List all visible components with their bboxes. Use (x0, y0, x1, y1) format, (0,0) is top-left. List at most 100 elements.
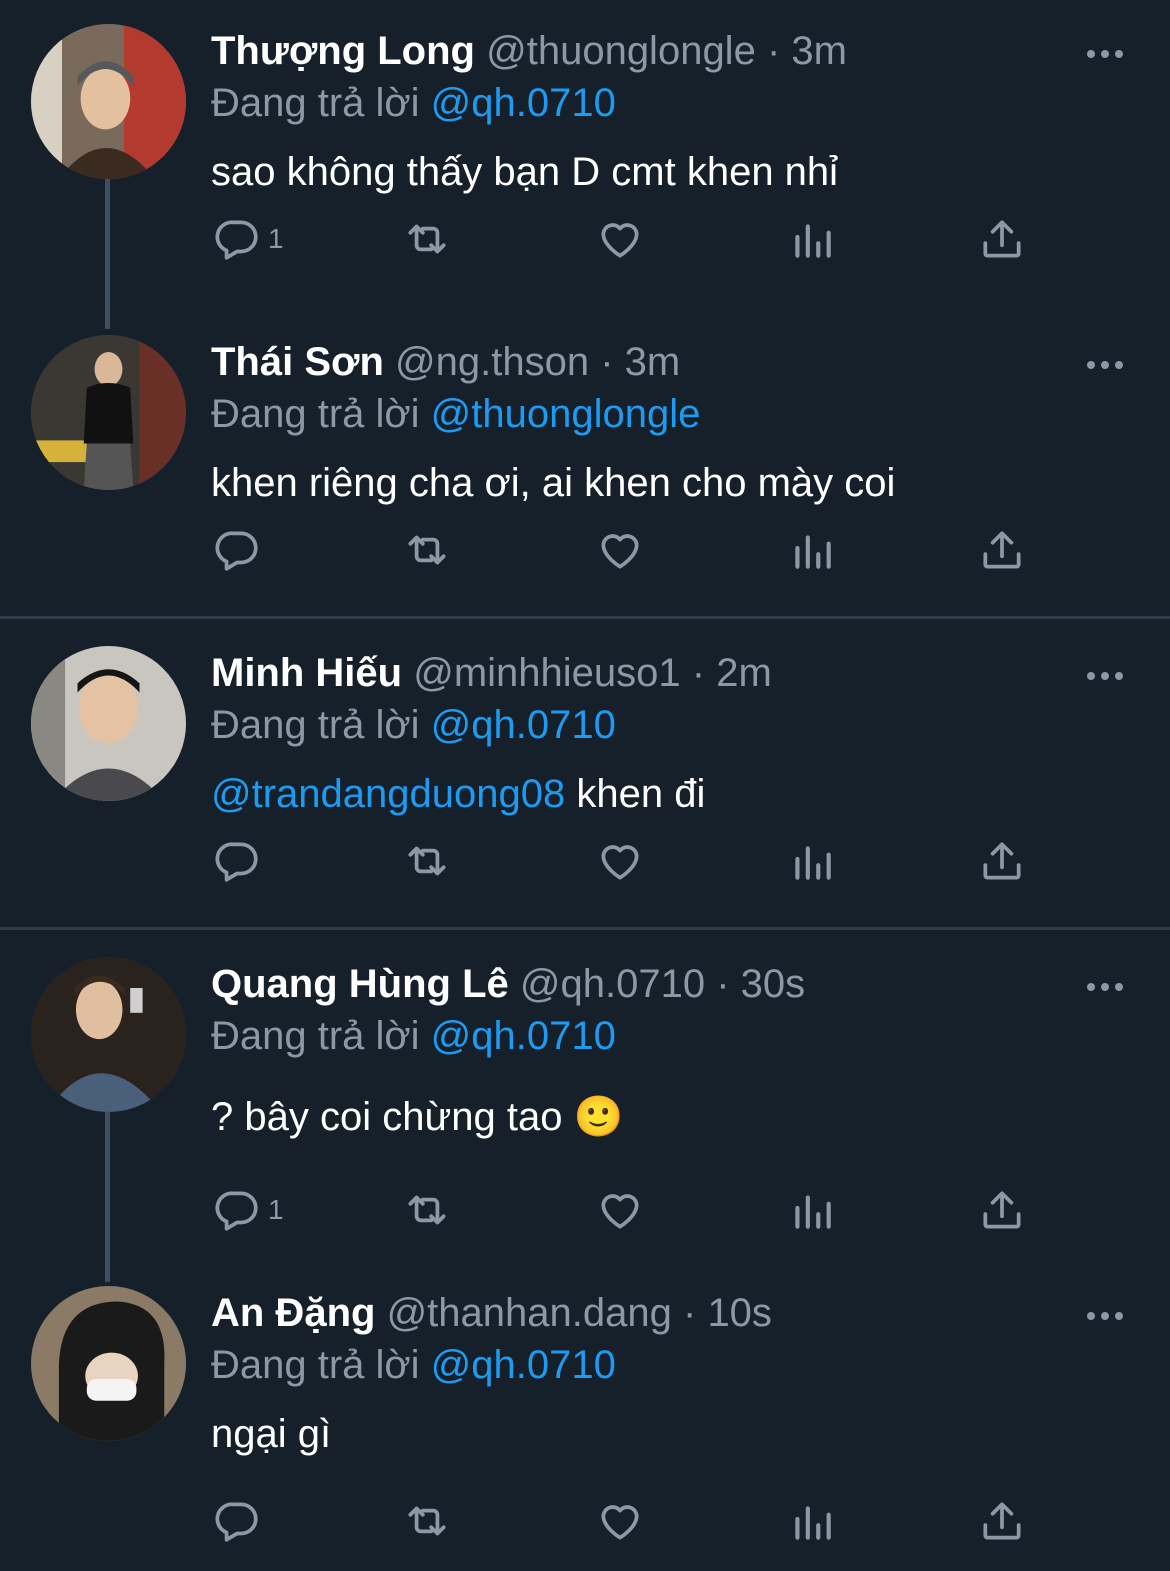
handle[interactable]: @thuonglongle (486, 29, 756, 73)
action-bar (0, 515, 1170, 585)
text-mention-link[interactable]: @trandangduong08 (211, 772, 565, 816)
replying-label: Đang trả lời (211, 1014, 420, 1058)
separator-dot: · (600, 340, 614, 384)
display-name[interactable]: Minh Hiếu (211, 651, 402, 695)
tweet[interactable]: An Đặng @thanhan.dang · 10s Đang trả lời… (0, 1286, 1170, 1571)
reply-button[interactable]: 1 (212, 204, 284, 274)
tweet[interactable]: Thái Sơn @ng.thson · 3m Đang trả lời @th… (0, 335, 1170, 615)
share-icon (983, 531, 1021, 569)
avatar-photo (31, 24, 186, 179)
more-icon[interactable] (1085, 44, 1125, 64)
more-icon[interactable] (1085, 666, 1125, 686)
timestamp[interactable]: 10s (707, 1291, 772, 1335)
reply-button[interactable] (212, 1486, 268, 1556)
like-button[interactable] (595, 515, 645, 585)
views-button[interactable] (787, 204, 837, 274)
share-button[interactable] (977, 1175, 1027, 1245)
reply-mention-link[interactable]: @qh.0710 (431, 703, 616, 747)
share-button[interactable] (977, 204, 1027, 274)
tweet[interactable]: Quang Hùng Lê @qh.0710 · 30s Đang trả lờ… (0, 957, 1170, 1282)
retweet-button[interactable] (402, 1175, 452, 1245)
tweet[interactable]: Thượng Long @thuonglongle · 3m Đang trả … (0, 24, 1170, 329)
views-button[interactable] (787, 1486, 837, 1556)
separator-dot: · (682, 1291, 697, 1335)
reply-icon (215, 1502, 258, 1542)
avatar[interactable] (31, 24, 186, 179)
tweet-text-body: khen đi (565, 772, 706, 816)
retweet-button[interactable] (402, 515, 452, 585)
retweet-button[interactable] (402, 826, 452, 896)
share-icon (983, 842, 1021, 880)
like-button[interactable] (595, 204, 645, 274)
display-name[interactable]: An Đặng (211, 1291, 375, 1335)
reply-icon (215, 1191, 258, 1231)
more-icon[interactable] (1085, 977, 1125, 997)
reply-button[interactable]: 1 (212, 1175, 284, 1245)
like-button[interactable] (595, 1486, 645, 1556)
reply-mention-link[interactable]: @thuonglongle (431, 392, 701, 436)
timestamp[interactable]: 3m (625, 340, 681, 384)
share-button[interactable] (977, 826, 1027, 896)
views-icon (795, 224, 831, 258)
share-button[interactable] (977, 1486, 1027, 1556)
replying-to: Đang trả lời @qh.0710 (211, 700, 616, 750)
reply-icon (215, 842, 258, 882)
reply-button[interactable] (212, 515, 268, 585)
handle[interactable]: @qh.0710 (520, 962, 705, 1006)
tweet-text: ? bây coi chừng tao 🙂 (211, 1095, 624, 1139)
avatar[interactable] (31, 1286, 186, 1441)
replying-to: Đang trả lời @qh.0710 (211, 1011, 616, 1061)
replying-label: Đang trả lời (211, 81, 420, 125)
views-icon (795, 846, 831, 880)
reply-button[interactable] (212, 826, 268, 896)
retweet-icon (408, 224, 446, 254)
handle[interactable]: @thanhan.dang (387, 1291, 672, 1335)
reply-mention-link[interactable]: @qh.0710 (431, 81, 616, 125)
reply-mention-link[interactable]: @qh.0710 (431, 1343, 616, 1387)
reply-icon (215, 220, 258, 260)
tweet[interactable]: Minh Hiếu @minhhieuso1 · 2m Đang trả lời… (0, 646, 1170, 926)
display-name[interactable]: Quang Hùng Lê (211, 962, 509, 1006)
action-bar: 1 (0, 1175, 1170, 1245)
like-icon (601, 534, 639, 569)
display-name[interactable]: Thái Sơn (211, 340, 384, 384)
reply-count: 1 (268, 223, 284, 254)
retweet-button[interactable] (402, 204, 452, 274)
replying-label: Đang trả lời (211, 392, 420, 436)
like-icon (601, 223, 639, 258)
like-icon (601, 1194, 639, 1229)
like-button[interactable] (595, 1175, 645, 1245)
like-icon (601, 845, 639, 880)
share-icon (983, 220, 1021, 258)
share-button[interactable] (977, 515, 1027, 585)
timestamp[interactable]: 30s (741, 962, 806, 1006)
views-button[interactable] (787, 515, 837, 585)
avatar-photo (31, 335, 186, 490)
timestamp[interactable]: 2m (716, 651, 772, 695)
retweet-button[interactable] (402, 1486, 452, 1556)
separator-dot: · (716, 962, 730, 1006)
replying-to: Đang trả lời @qh.0710 (211, 1340, 616, 1390)
handle[interactable]: @minhhieuso1 (413, 651, 680, 695)
like-icon (601, 1505, 639, 1540)
views-button[interactable] (787, 826, 837, 896)
views-button[interactable] (787, 1175, 837, 1245)
reply-count: 1 (268, 1194, 284, 1225)
like-button[interactable] (595, 826, 645, 896)
more-icon[interactable] (1085, 355, 1125, 375)
tweet-text: sao không thấy bạn D cmt khen nhỉ (211, 150, 839, 194)
action-bar (0, 1486, 1170, 1556)
replying-to: Đang trả lời @qh.0710 (211, 78, 616, 128)
more-icon[interactable] (1085, 1306, 1125, 1326)
handle[interactable]: @ng.thson (395, 340, 589, 384)
avatar[interactable] (31, 957, 186, 1112)
avatar-photo (31, 957, 186, 1112)
timestamp[interactable]: 3m (791, 29, 847, 73)
avatar[interactable] (31, 646, 186, 801)
display-name[interactable]: Thượng Long (211, 29, 475, 73)
avatar[interactable] (31, 335, 186, 490)
views-icon (795, 1506, 831, 1540)
reply-mention-link[interactable]: @qh.0710 (431, 1014, 616, 1058)
divider (0, 616, 1170, 619)
retweet-icon (408, 535, 446, 565)
